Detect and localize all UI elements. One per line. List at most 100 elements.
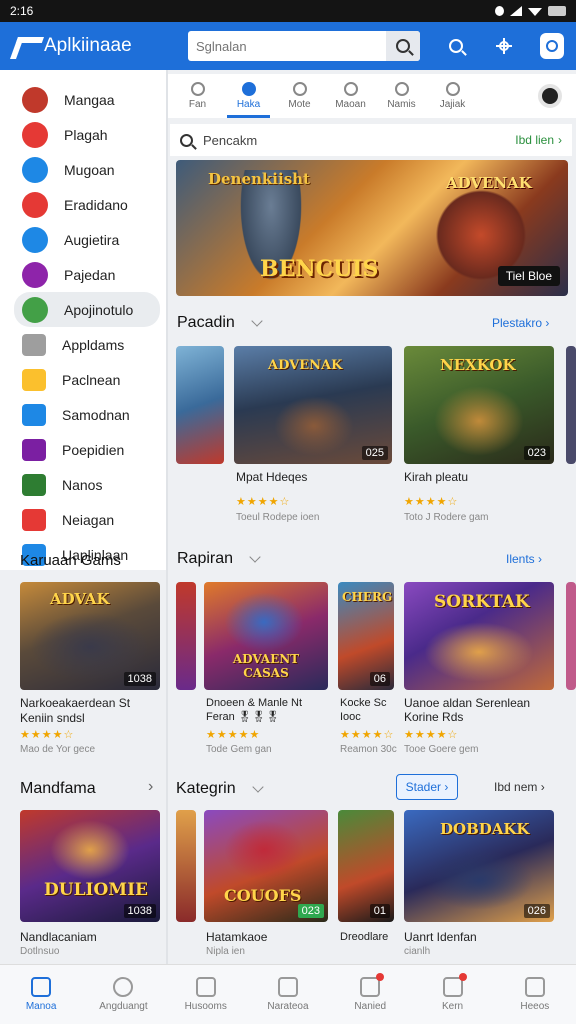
card-title[interactable]: Nandlacaniam	[20, 930, 97, 944]
bottom-nav-item[interactable]: Manoa	[0, 965, 82, 1024]
game-card[interactable]: NEXKOK 023	[404, 346, 554, 464]
card-subtitle: Iooc	[340, 711, 361, 723]
card-art-figures	[224, 592, 304, 652]
section-link-label: Plestakro	[492, 316, 543, 330]
magnifier-icon	[449, 39, 463, 53]
sidebar-item[interactable]: Neiagan	[0, 502, 166, 537]
tab-action-button[interactable]	[538, 84, 562, 108]
game-card[interactable]: SORKTAK	[404, 582, 554, 690]
card-art-figures	[424, 622, 534, 682]
card-badge: 025	[361, 446, 388, 460]
tab-label: Haka	[236, 99, 261, 110]
card-rating: ★★★★☆	[404, 496, 459, 508]
section-link[interactable]: Ilents ›	[506, 552, 542, 566]
chevron-down-icon[interactable]	[249, 551, 261, 563]
sidebar-item[interactable]: Paclnean	[0, 362, 166, 397]
game-card[interactable]: DOBDAKK 026	[404, 810, 554, 922]
section-link[interactable]: Ibd nem ›	[494, 780, 545, 794]
sidebar-item-icon	[22, 191, 48, 218]
card-title[interactable]: Dnoeen & Manle Nt	[206, 696, 302, 710]
sidebar-item[interactable]: Mugoan	[0, 152, 166, 187]
card-meta: Dotlnsuo	[20, 946, 60, 957]
card-title[interactable]: Narkoeakaerdean St	[20, 696, 130, 710]
game-card[interactable]: ADVAENT CASAS	[204, 582, 328, 690]
search-box[interactable]	[188, 31, 420, 61]
game-card-partial[interactable]	[566, 582, 576, 690]
card-meta: Reamon 30c	[340, 744, 397, 755]
sidebar-item[interactable]: Samodnan	[0, 397, 166, 432]
section-filter-button[interactable]: Stader ›	[396, 774, 458, 800]
game-card[interactable]: COUOFS 023	[204, 810, 328, 922]
see-all-link[interactable]: Ibd lien	[515, 133, 554, 147]
app-logo-icon	[12, 35, 38, 57]
card-title[interactable]: Kirah pleatu	[404, 470, 468, 484]
sidebar-item-icon	[22, 296, 48, 323]
bottom-nav-item[interactable]: Kern	[411, 965, 493, 1024]
game-card-partial[interactable]	[176, 582, 196, 690]
tab-icon	[343, 82, 358, 96]
sidebar-item-label: Samodnan	[62, 406, 130, 423]
card-title[interactable]: Kocke Sc	[340, 696, 386, 710]
card-title[interactable]: Dreodlare	[340, 930, 388, 944]
card-meta: Toeul Rodepe ioen	[236, 512, 320, 523]
card-title[interactable]: Mpat Hdeqes	[236, 470, 307, 484]
game-card-partial[interactable]	[176, 810, 196, 922]
sidebar-item-label: Mangaa	[64, 91, 115, 108]
chevron-down-icon[interactable]	[251, 315, 263, 327]
card-art-title: DOBDAKK	[440, 820, 530, 838]
bottom-nav-item[interactable]: Heeos	[494, 965, 576, 1024]
profile-button[interactable]	[540, 33, 564, 59]
crosshair-button[interactable]	[492, 34, 516, 58]
card-badge: 1038	[123, 672, 156, 686]
tab-item[interactable]: Mote	[274, 74, 325, 118]
game-card[interactable]: DULIOMIE 1038	[20, 810, 160, 922]
tab-label: Mote	[288, 99, 311, 110]
tab-item[interactable]: Jajiak	[427, 74, 478, 118]
game-card[interactable]: ADVENAK 025	[234, 346, 392, 464]
game-card[interactable]: 01	[338, 810, 394, 922]
bottom-nav-item[interactable]: Narateoa	[247, 965, 329, 1024]
card-title[interactable]: Uanoe aldan Serenlean	[404, 696, 530, 710]
sidebar-item[interactable]: Poepidien	[0, 432, 166, 467]
chevron-down-icon[interactable]	[251, 781, 264, 793]
game-card-partial[interactable]	[176, 346, 224, 464]
game-card[interactable]: ADVAK 1038	[20, 582, 160, 690]
card-title[interactable]: Uanrt Idenfan	[404, 930, 477, 944]
banner-badge[interactable]: Tiel Bloe	[497, 266, 560, 286]
tab-item[interactable]: Haka	[223, 74, 274, 118]
game-card[interactable]: CHERG 06	[338, 582, 394, 690]
tab-label: Fan	[188, 99, 207, 110]
bottom-nav-icon	[113, 977, 134, 997]
bottom-nav-item[interactable]: Angduangt	[82, 965, 164, 1024]
search-input[interactable]	[188, 38, 386, 54]
bottom-nav-item[interactable]: Husooms	[165, 965, 247, 1024]
section-link[interactable]: Plestakro ›	[492, 316, 549, 330]
game-card-partial[interactable]	[566, 346, 576, 464]
card-art-title: SORKTAK	[434, 592, 530, 612]
featured-banner[interactable]: Denenkiisht ADVENAK BENCUIS Tiel Bloe	[176, 160, 568, 296]
sidebar-item[interactable]: Eradidano	[0, 187, 166, 222]
bottom-nav-item[interactable]: Nanied	[329, 965, 411, 1024]
sidebar-item[interactable]: Apojinotulo	[14, 292, 160, 327]
tab-item[interactable]: Fan	[172, 74, 223, 118]
search-toggle-button[interactable]	[444, 34, 468, 58]
sidebar-item[interactable]: Plagah	[0, 117, 166, 152]
sidebar-item-icon	[22, 368, 46, 391]
card-art-title: ADVENAK	[268, 358, 343, 373]
sidebar-item[interactable]: Mangaa	[0, 82, 166, 117]
chevron-right-icon[interactable]: ›	[148, 778, 153, 796]
sidebar-item[interactable]: Appldams	[0, 327, 166, 362]
search-button[interactable]	[386, 31, 420, 61]
status-bar: 2:16	[0, 0, 576, 22]
tab-item[interactable]: Maoan	[325, 74, 376, 118]
tab-label: Jajiak	[439, 99, 466, 110]
sidebar-item[interactable]: Augietira	[0, 222, 166, 257]
card-art-figures	[274, 396, 354, 456]
card-title[interactable]: Hatamkaoe	[206, 930, 267, 944]
sidebar-item[interactable]: Nanos	[0, 467, 166, 502]
content-search-row[interactable]: Pencakm Ibd lien ›	[170, 124, 572, 156]
app-bar: Aplkiinaae	[0, 22, 576, 70]
tab-icon	[394, 82, 409, 96]
sidebar-item[interactable]: Pajedan	[0, 257, 166, 292]
tab-item[interactable]: Namis	[376, 74, 427, 118]
